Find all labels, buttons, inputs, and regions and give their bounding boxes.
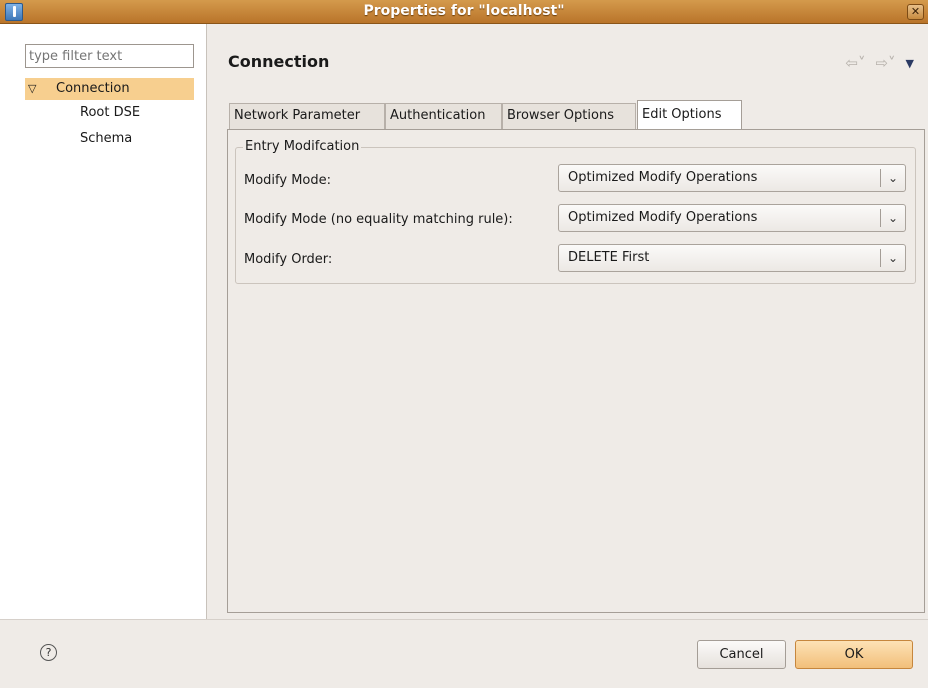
modify-mode-select[interactable]: Optimized Modify Operations ⌄	[558, 164, 906, 192]
window-title: Properties for "localhost"	[363, 3, 565, 19]
tree-item-root-dse[interactable]: Root DSE	[80, 102, 140, 124]
tab-authentication[interactable]: Authentication	[385, 103, 502, 130]
tab-network-parameter[interactable]: Network Parameter	[229, 103, 385, 130]
tab-browser-options[interactable]: Browser Options	[502, 103, 636, 130]
modify-mode-label: Modify Mode:	[244, 173, 332, 188]
divider	[880, 209, 881, 227]
tree-item-label: Connection	[56, 81, 130, 96]
modify-order-select[interactable]: DELETE First ⌄	[558, 244, 906, 272]
back-arrow-icon[interactable]: ⇦˅	[845, 54, 865, 72]
chevron-down-icon[interactable]: ⌄	[885, 248, 901, 268]
divider	[880, 249, 881, 267]
filter-input[interactable]	[25, 44, 194, 68]
tab-edit-options[interactable]: Edit Options	[637, 100, 742, 130]
page-title: Connection	[228, 52, 330, 71]
modify-order-label: Modify Order:	[244, 252, 333, 267]
divider	[880, 169, 881, 187]
chevron-down-icon[interactable]: ⌄	[885, 208, 901, 228]
ok-button[interactable]: OK	[795, 640, 913, 669]
group-title: Entry Modifcation	[243, 139, 362, 154]
expand-arrow-icon[interactable]: ▽	[28, 78, 42, 100]
tree-item-schema[interactable]: Schema	[80, 128, 132, 150]
modify-mode-no-equality-select[interactable]: Optimized Modify Operations ⌄	[558, 204, 906, 232]
select-value: DELETE First	[568, 250, 650, 265]
chevron-down-icon[interactable]: ⌄	[885, 168, 901, 188]
forward-arrow-icon[interactable]: ⇨˅	[875, 54, 895, 72]
sidebar: ▽ Connection Root DSE Schema	[0, 24, 207, 619]
footer-divider	[0, 619, 928, 620]
tree-item-connection[interactable]: ▽ Connection	[25, 78, 194, 100]
view-menu-icon[interactable]: ▼	[906, 57, 914, 70]
entry-modification-group: Entry Modifcation Modify Mode: Optimized…	[235, 139, 916, 284]
tab-content-edit-options: Entry Modifcation Modify Mode: Optimized…	[227, 129, 925, 613]
select-value: Optimized Modify Operations	[568, 170, 758, 185]
modify-mode-no-equality-label: Modify Mode (no equality matching rule):	[244, 212, 513, 227]
nav-toolbar: ⇦˅ ⇨˅ ▼	[845, 54, 914, 72]
help-icon[interactable]: ?	[40, 644, 57, 661]
title-bar[interactable]: Properties for "localhost" ✕	[0, 0, 928, 24]
page-header: Connection ⇦˅ ⇨˅ ▼	[208, 24, 928, 94]
close-button[interactable]: ✕	[907, 4, 924, 20]
cancel-button[interactable]: Cancel	[697, 640, 786, 669]
select-value: Optimized Modify Operations	[568, 210, 758, 225]
